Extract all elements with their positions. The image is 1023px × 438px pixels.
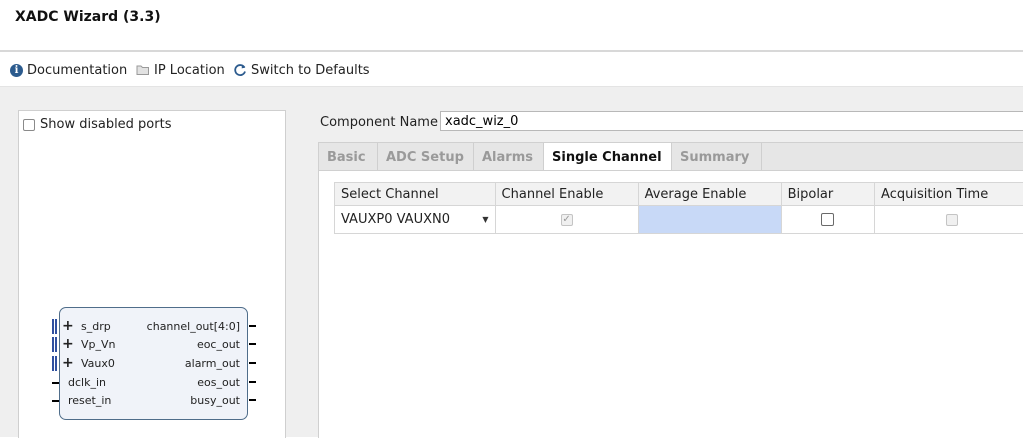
pin-line (249, 343, 256, 345)
title-bar: XADC Wizard (3.3) (0, 0, 1023, 52)
channel-table: Select Channel Channel Enable Average En… (334, 182, 1023, 234)
bus-pin-marker (52, 356, 57, 371)
pin-line (52, 382, 59, 384)
header-channel-enable: Channel Enable (495, 183, 638, 206)
pin-line (52, 400, 59, 402)
show-disabled-ports-label: Show disabled ports (40, 117, 171, 132)
documentation-button[interactable]: i Documentation (10, 61, 127, 79)
bus-pin-marker (52, 319, 57, 334)
port-vaux0: Vaux0 (81, 357, 115, 370)
header-bipolar: Bipolar (781, 183, 874, 206)
table-header-row: Select Channel Channel Enable Average En… (335, 183, 1023, 206)
select-channel-dropdown[interactable]: VAUXP0 VAUXN0 ▼ (335, 206, 496, 234)
expand-plus-icon[interactable]: + (62, 356, 74, 370)
ip-location-label: IP Location (154, 63, 225, 78)
port-s-drp: s_drp (81, 320, 111, 333)
switch-to-defaults-label: Switch to Defaults (251, 63, 370, 78)
table-row: VAUXP0 VAUXN0 ▼ ✓ (335, 206, 1023, 234)
port-eos-out: eos_out (197, 376, 240, 389)
single-channel-content: Select Channel Channel Enable Average En… (318, 170, 1023, 438)
port-channel-out: channel_out[4:0] (147, 320, 240, 333)
tab-summary[interactable]: Summary (672, 143, 762, 171)
symbol-panel: Show disabled ports + s_drp + Vp_Vn + Va… (18, 110, 286, 438)
window-title: XADC Wizard (3.3) (15, 9, 161, 25)
folder-icon (136, 64, 150, 76)
port-dclk-in: dclk_in (68, 376, 106, 389)
channel-enable-checkbox: ✓ (561, 214, 573, 226)
bus-pin-marker (52, 337, 57, 352)
documentation-label: Documentation (27, 63, 127, 78)
port-eoc-out: eoc_out (197, 338, 240, 351)
expand-plus-icon[interactable]: + (62, 337, 74, 351)
show-disabled-ports-row[interactable]: Show disabled ports (23, 117, 171, 132)
ip-symbol: + s_drp + Vp_Vn + Vaux0 dclk_in reset_in… (59, 307, 248, 420)
expand-plus-icon[interactable]: + (62, 319, 74, 333)
component-name-label: Component Name (320, 115, 438, 130)
pin-line (249, 362, 256, 364)
tab-single-channel[interactable]: Single Channel (544, 143, 672, 171)
average-enable-cell[interactable] (638, 206, 781, 234)
pin-line (249, 381, 256, 383)
acquisition-time-cell (875, 206, 1023, 234)
tab-alarms[interactable]: Alarms (474, 143, 544, 171)
info-icon: i (10, 64, 23, 77)
select-channel-value: VAUXP0 VAUXN0 (341, 212, 450, 227)
tab-bar: Basic ADC Setup Alarms Single Channel Su… (318, 142, 1023, 171)
header-acquisition-time: Acquisition Time (875, 183, 1023, 206)
port-vp-vn: Vp_Vn (81, 338, 116, 351)
config-panel: Component Name Basic ADC Setup Alarms Si… (303, 87, 1023, 437)
port-reset-in: reset_in (68, 394, 111, 407)
switch-to-defaults-button[interactable]: Switch to Defaults (233, 61, 370, 79)
bipolar-cell (781, 206, 874, 234)
refresh-icon (233, 63, 247, 77)
pin-line (249, 399, 256, 401)
bipolar-checkbox[interactable] (821, 213, 834, 226)
tab-adc-setup[interactable]: ADC Setup (378, 143, 474, 171)
header-select-channel: Select Channel (335, 183, 496, 206)
chevron-down-icon: ▼ (482, 215, 488, 224)
component-name-input[interactable] (440, 111, 1023, 131)
port-alarm-out: alarm_out (185, 357, 240, 370)
ip-location-button[interactable]: IP Location (136, 61, 225, 79)
port-busy-out: busy_out (190, 394, 240, 407)
channel-enable-cell: ✓ (495, 206, 638, 234)
header-average-enable: Average Enable (638, 183, 781, 206)
main-area: Show disabled ports + s_drp + Vp_Vn + Va… (0, 87, 1023, 437)
tab-basic[interactable]: Basic (319, 143, 378, 171)
acquisition-time-checkbox (946, 214, 958, 226)
pin-line (249, 325, 256, 327)
toolbar: i Documentation IP Location Switch to De… (0, 52, 1023, 87)
show-disabled-ports-checkbox[interactable] (23, 119, 35, 131)
